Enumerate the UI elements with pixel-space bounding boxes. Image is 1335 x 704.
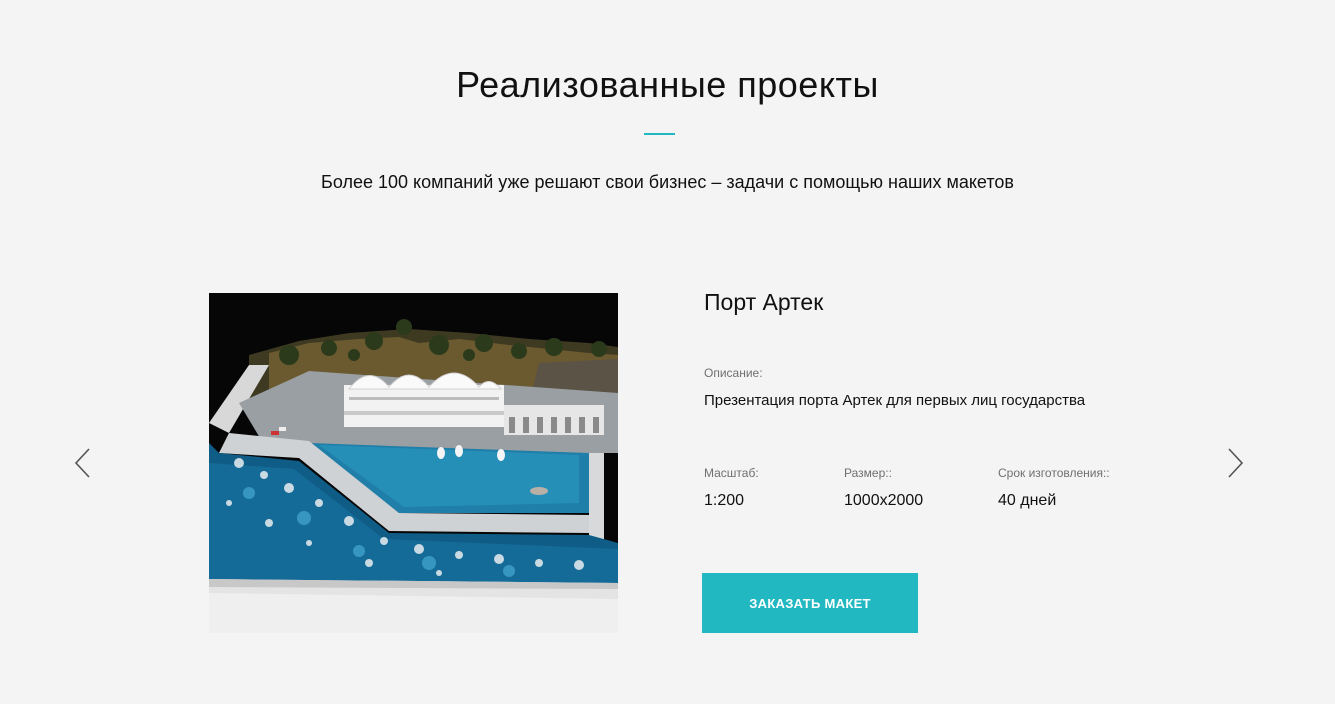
chevron-left-icon	[74, 448, 90, 478]
description-label: Описание:	[704, 366, 763, 380]
section-subtitle: Более 100 компаний уже решают свои бизне…	[321, 172, 1014, 192]
term-label: Срок изготовления::	[998, 466, 1110, 480]
order-model-button[interactable]: ЗАКАЗАТЬ МАКЕТ	[702, 573, 918, 633]
slider-prev-button[interactable]	[70, 443, 94, 483]
project-name: Порт Артек	[704, 289, 824, 315]
scale-value: 1:200	[704, 492, 745, 509]
title-underline	[644, 133, 675, 135]
term-value: 40 дней	[998, 492, 1057, 509]
size-label: Размер::	[844, 466, 892, 480]
port-model-photo	[209, 293, 618, 633]
size-value: 1000х2000	[844, 492, 924, 509]
project-image	[209, 293, 618, 633]
slider-next-button[interactable]	[1224, 443, 1248, 483]
description-value: Презентация порта Артек для первых лиц г…	[704, 392, 1086, 409]
scale-label: Масштаб:	[704, 466, 759, 480]
chevron-right-icon	[1228, 448, 1244, 478]
section-title: Реализованные проекты	[456, 64, 879, 105]
